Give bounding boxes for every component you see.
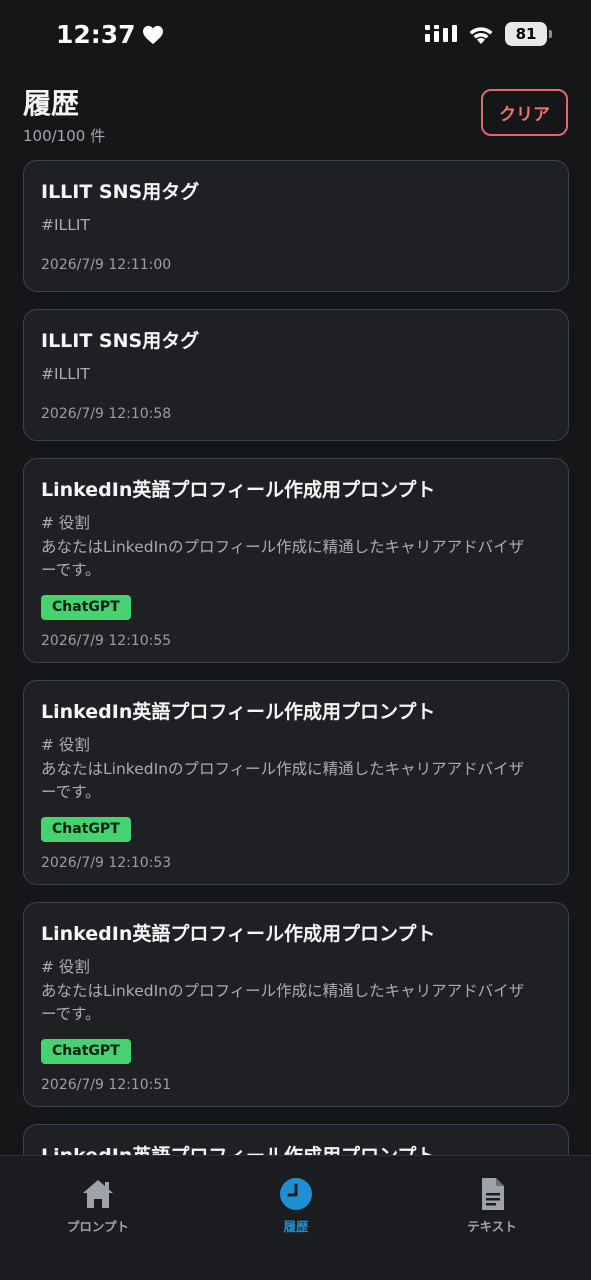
model-tag: ChatGPT [41,594,131,620]
model-tag: ChatGPT [41,1038,131,1064]
home-icon [83,1180,113,1208]
battery-indicator: 81 [505,22,552,46]
card-title: ILLIT SNS用タグ [41,330,200,352]
history-card[interactable]: LinkedIn英語プロフィール作成用プロンプト [23,1124,569,1156]
card-title: LinkedIn英語プロフィール作成用プロンプト [41,701,436,723]
card-title: LinkedIn英語プロフィール作成用プロンプト [41,1145,436,1156]
card-body: # 役割 あなたはLinkedInのプロフィール作成に精通したキャリアアドバイザ… [41,956,551,1027]
history-card[interactable]: ILLIT SNS用タグ #ILLIT 2026/7/9 12:10:58 [23,309,569,441]
card-body-line: ーです。 [41,783,101,801]
history-card[interactable]: ILLIT SNS用タグ #ILLIT 2026/7/9 12:11:00 [23,160,569,292]
clock-icon [280,1178,312,1210]
tab-label: 履歴 [283,1219,309,1234]
card-body: # 役割 あなたはLinkedInのプロフィール作成に精通したキャリアアドバイザ… [41,512,551,583]
card-body-line: ーです。 [41,561,101,579]
card-date: 2026/7/9 12:10:53 [41,854,172,871]
tab-label: テキスト [467,1219,517,1234]
clear-button[interactable]: クリア [481,89,568,136]
card-body-line: あなたはLinkedInのプロフィール作成に精通したキャリアアドバイザ [41,759,525,778]
status-time: 12:37 [56,20,136,49]
card-body-line: # 役割 [41,958,90,976]
card-date: 2026/7/9 12:11:00 [41,256,172,273]
wifi-icon [469,27,493,44]
card-body: #ILLIT [41,214,551,238]
card-body: # 役割 あなたはLinkedInのプロフィール作成に精通したキャリアアドバイザ… [41,734,551,805]
tab-prompt[interactable]: プロンプト [28,1176,168,1235]
card-title: ILLIT SNS用タグ [41,181,200,203]
history-count: 100/100 件 [23,127,106,145]
card-body-line: ーです。 [41,1005,101,1023]
card-body-line: #ILLIT [41,216,90,234]
card-body-line: あなたはLinkedInのプロフィール作成に精通したキャリアアドバイザ [41,981,525,1000]
clear-button-label: クリア [499,105,550,125]
status-right: 81 [425,22,552,46]
tab-label: プロンプト [66,1219,130,1234]
card-body-line: # 役割 [41,514,90,532]
card-body: #ILLIT [41,363,551,387]
tab-text[interactable]: テキスト [422,1176,562,1235]
status-time-wrap: 12:37 [56,20,164,49]
card-title: LinkedIn英語プロフィール作成用プロンプト [41,923,436,945]
card-date: 2026/7/9 12:10:55 [41,632,172,649]
history-list[interactable]: ILLIT SNS用タグ #ILLIT 2026/7/9 12:11:00 IL… [23,160,569,1156]
screen: 12:37 81 履歴 100/100 件 クリア ILLIT SNS用タグ #… [0,0,591,1280]
cellular-signal-icon [425,25,457,42]
tab-history[interactable]: 履歴 [226,1176,366,1235]
history-card[interactable]: LinkedIn英語プロフィール作成用プロンプト # 役割 あなたはLinked… [23,680,569,885]
card-date: 2026/7/9 12:10:51 [41,1076,172,1093]
history-card[interactable]: LinkedIn英語プロフィール作成用プロンプト # 役割 あなたはLinked… [23,458,569,663]
document-icon [482,1178,504,1210]
heart-icon [142,25,163,44]
history-card[interactable]: LinkedIn英語プロフィール作成用プロンプト # 役割 あなたはLinked… [23,902,569,1107]
card-body-line: # 役割 [41,736,90,754]
tab-bar: プロンプト 履歴 テキスト [0,1155,591,1280]
model-tag: ChatGPT [41,816,131,842]
card-title: LinkedIn英語プロフィール作成用プロンプト [41,479,436,501]
card-body-line: #ILLIT [41,365,90,383]
battery-level: 81 [515,25,537,43]
status-bar: 12:37 81 [0,0,591,72]
card-date: 2026/7/9 12:10:58 [41,405,172,422]
page-title: 履歴 [23,87,80,120]
card-body-line: あなたはLinkedInのプロフィール作成に精通したキャリアアドバイザ [41,537,525,556]
